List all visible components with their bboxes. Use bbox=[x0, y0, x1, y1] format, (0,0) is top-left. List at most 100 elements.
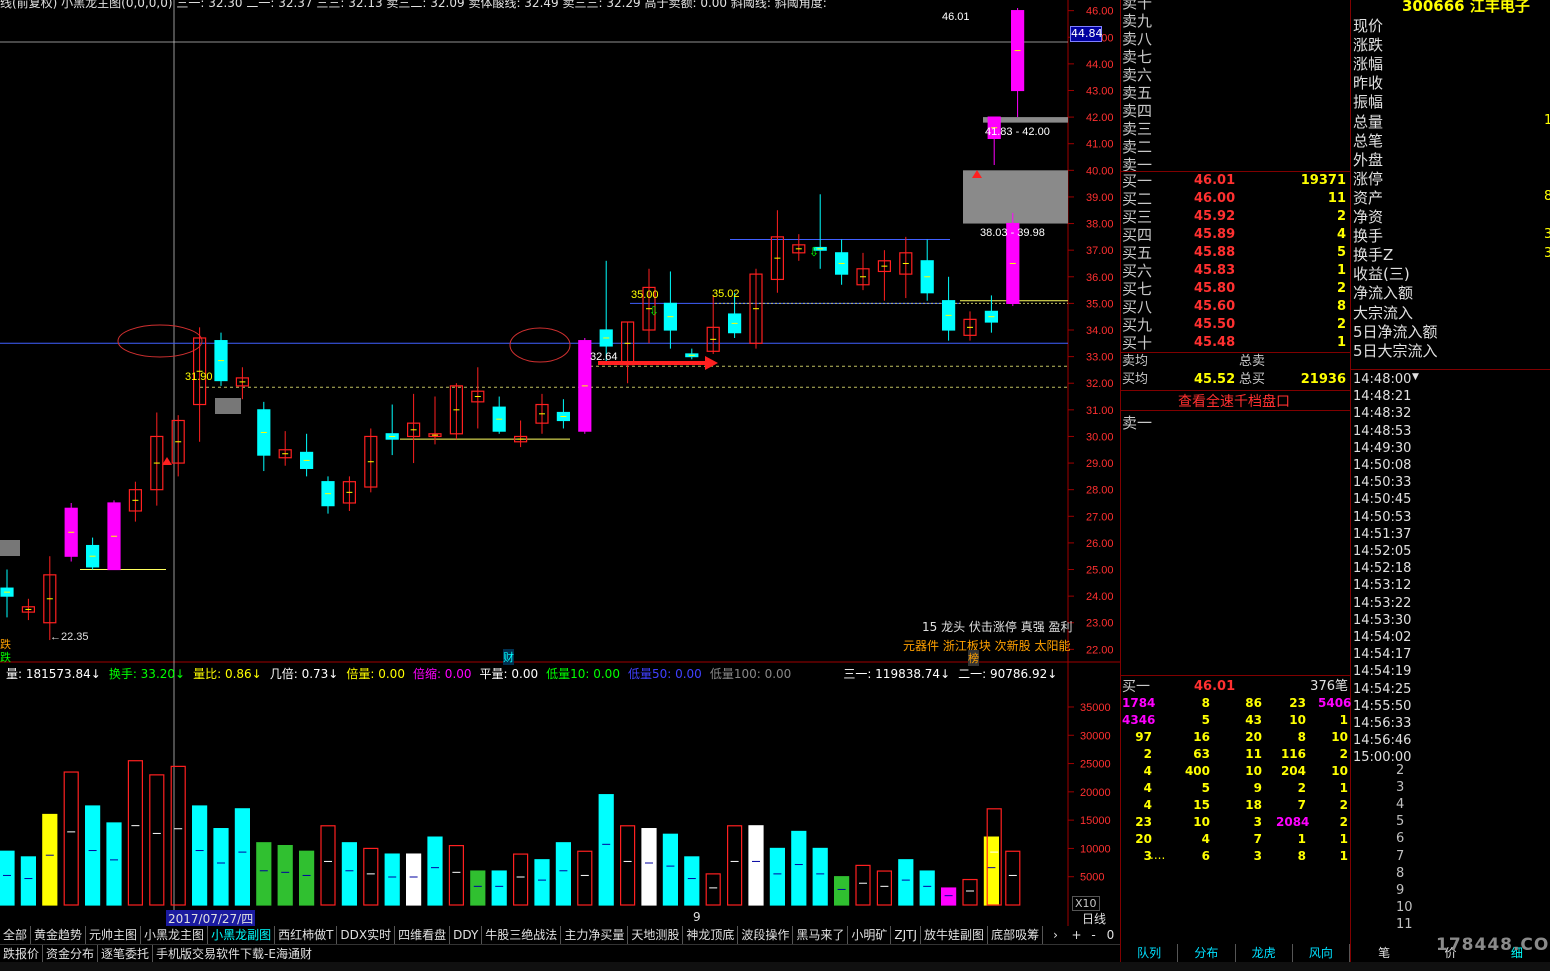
bid-volume: 2 bbox=[1336, 209, 1346, 224]
bid-row[interactable]: 买四 45.89 4 bbox=[1122, 226, 1350, 244]
sector-tags[interactable]: 元器件 浙江板块 次新股 太阳能 bbox=[903, 637, 1070, 654]
ask-row[interactable]: 卖九 bbox=[1122, 12, 1350, 30]
bid-row[interactable]: 买一 46.01 19371 bbox=[1122, 172, 1350, 190]
bid-row[interactable]: 买五 45.88 5 bbox=[1122, 244, 1350, 262]
tab-11[interactable]: 天地测股 bbox=[628, 926, 684, 944]
queue-cell: 63 bbox=[1193, 747, 1210, 761]
kline-chart[interactable]: 46.0045.0044.0043.0042.0041.0040.0039.00… bbox=[0, 0, 1120, 926]
bid-row[interactable]: 买八 45.60 8 bbox=[1122, 298, 1350, 316]
indicator-value: 换手: 33.20↓ bbox=[108, 667, 186, 681]
highlight-ellipse-2 bbox=[509, 327, 571, 363]
tab-8[interactable]: DDY bbox=[450, 926, 483, 944]
y-tick-label: 41.00 bbox=[1086, 139, 1114, 151]
volume-bar bbox=[406, 853, 422, 906]
bid-price: 45.89 bbox=[1194, 227, 1236, 242]
stat-label: 收益(三) bbox=[1353, 265, 1410, 284]
bid-row[interactable]: 买七 45.80 2 bbox=[1122, 280, 1350, 298]
ask-row[interactable]: 卖四 bbox=[1122, 102, 1350, 120]
tab-10[interactable]: 主力净买量 bbox=[561, 926, 629, 944]
tab-9[interactable]: 牛股三绝战法 bbox=[482, 926, 562, 944]
bid-price: 45.80 bbox=[1194, 281, 1236, 296]
ask-label: 卖三 bbox=[1122, 120, 1153, 138]
tick-index: 3 bbox=[1396, 780, 1405, 796]
tab-queue[interactable]: 队列 bbox=[1121, 944, 1179, 962]
volume-bar bbox=[577, 850, 593, 906]
tab-6[interactable]: DDX实时 bbox=[337, 926, 396, 944]
queue-cell: 2 bbox=[1339, 747, 1348, 761]
ask-row[interactable]: 卖八 bbox=[1122, 30, 1350, 48]
bottom-bar-orders[interactable]: 逐笔委托 bbox=[98, 945, 154, 963]
bid-row[interactable]: 买十 45.48 1 bbox=[1122, 334, 1350, 352]
volume-bar bbox=[833, 876, 850, 906]
volume-bar bbox=[962, 878, 978, 906]
bottom-bar-download[interactable]: 手机版交易软件下载-E海通财 bbox=[153, 945, 315, 963]
queue-cell: 11 bbox=[1245, 747, 1262, 761]
tab-0[interactable]: 全部 bbox=[0, 926, 32, 944]
ask-row[interactable]: 卖五 bbox=[1122, 84, 1350, 102]
tab-1[interactable]: 黄金趋势 bbox=[31, 926, 87, 944]
signal-box-2 bbox=[0, 540, 20, 556]
queue-header: 买一 46.01 376笔 bbox=[1122, 678, 1350, 696]
tick-time: 14:50:45 bbox=[1353, 492, 1412, 508]
bid-volume: 2 bbox=[1336, 317, 1346, 332]
bid-row[interactable]: 买三 45.92 2 bbox=[1122, 208, 1350, 226]
ask-row[interactable]: 卖十 bbox=[1122, 0, 1350, 12]
queue-cell: 20 bbox=[1135, 832, 1152, 846]
bottom-bar-fund[interactable]: 资金分布 bbox=[43, 945, 99, 963]
tab-scroll-right-button[interactable]: › bbox=[1043, 926, 1068, 944]
full-depth-link[interactable]: 查看全速千档盘口 bbox=[1178, 391, 1290, 411]
ask-row[interactable]: 卖三 bbox=[1122, 120, 1350, 138]
ask-label: 卖十 bbox=[1122, 0, 1153, 12]
tab-controls: › + - 0 bbox=[1043, 926, 1120, 944]
indicator-value: 二一: 90786.92↓ bbox=[958, 667, 1058, 681]
tick-time: 14:52:05 bbox=[1353, 544, 1412, 559]
period-label[interactable]: 日线 bbox=[1082, 910, 1106, 927]
tab-16[interactable]: ZJTJ bbox=[891, 926, 922, 944]
bid-volume: 8 bbox=[1336, 299, 1346, 314]
bid-row[interactable]: 买六 45.83 1 bbox=[1122, 262, 1350, 280]
tab-distribution[interactable]: 分布 bbox=[1178, 944, 1236, 962]
tab-dragon-tiger[interactable]: 龙虎 bbox=[1236, 944, 1293, 962]
queue-cell: 6 bbox=[1201, 849, 1210, 863]
tab-remove-button[interactable]: - bbox=[1085, 926, 1102, 944]
bid-price: 45.88 bbox=[1194, 245, 1236, 260]
stat-label: 大宗流入 bbox=[1353, 303, 1414, 322]
tab-wind-direction[interactable]: 风向 bbox=[1293, 944, 1350, 962]
stat-value: 3 bbox=[1544, 227, 1550, 243]
tab-14[interactable]: 黑马来了 bbox=[793, 926, 849, 944]
bottom-bar-quote[interactable]: 跌报价 bbox=[0, 945, 44, 963]
ask-row[interactable]: 卖七 bbox=[1122, 48, 1350, 66]
volume-bar bbox=[470, 870, 486, 906]
tick-tab-trades[interactable]: 笔 bbox=[1351, 944, 1417, 962]
tab-5[interactable]: 西红柿做T bbox=[275, 926, 338, 944]
bid-row[interactable]: 买二 46.00 11 bbox=[1122, 190, 1350, 208]
ask-label: 卖四 bbox=[1122, 102, 1153, 120]
indicator-value: 低量100: 0.00 bbox=[709, 667, 792, 681]
tab-3[interactable]: 小黑龙主图 bbox=[141, 926, 209, 944]
queue-cell: 7 bbox=[1253, 832, 1262, 846]
bid-row[interactable]: 买九 45.50 2 bbox=[1122, 316, 1350, 334]
tab-reset-button[interactable]: 0 bbox=[1102, 926, 1119, 944]
bid-label: 买九 bbox=[1122, 316, 1153, 334]
y-tick-label: 22.00 bbox=[1086, 644, 1114, 656]
tab-4[interactable]: 小黑龙副图 bbox=[208, 926, 276, 944]
tick-dropdown-icon[interactable]: ▼ bbox=[1412, 372, 1419, 382]
tab-2[interactable]: 元帅主图 bbox=[86, 926, 142, 944]
tab-add-button[interactable]: + bbox=[1068, 926, 1085, 944]
bid-label: 买一 bbox=[1122, 172, 1153, 190]
signal-box bbox=[215, 398, 241, 414]
tab-7[interactable]: 四维看盘 bbox=[395, 926, 451, 944]
tab-17[interactable]: 放牛娃副图 bbox=[921, 926, 989, 944]
ask-row[interactable]: 卖二 bbox=[1122, 138, 1350, 156]
tab-18[interactable]: 底部吸筹 bbox=[988, 926, 1044, 944]
tab-12[interactable]: 神龙顶底 bbox=[683, 926, 739, 944]
tab-13[interactable]: 波段操作 bbox=[738, 926, 794, 944]
price-annotation: 38.03 - 39.98 bbox=[980, 227, 1045, 239]
stat-value: 3 bbox=[1544, 246, 1550, 262]
bid-label: 买七 bbox=[1122, 280, 1153, 298]
tab-15[interactable]: 小明矿 bbox=[848, 926, 892, 944]
indicator-value: 低量50: 0.00 bbox=[627, 667, 702, 681]
indicator-value: 倍量: 0.00 bbox=[346, 667, 405, 681]
sector-badge[interactable]: 榜 bbox=[968, 650, 979, 666]
ask-row[interactable]: 卖六 bbox=[1122, 66, 1350, 84]
